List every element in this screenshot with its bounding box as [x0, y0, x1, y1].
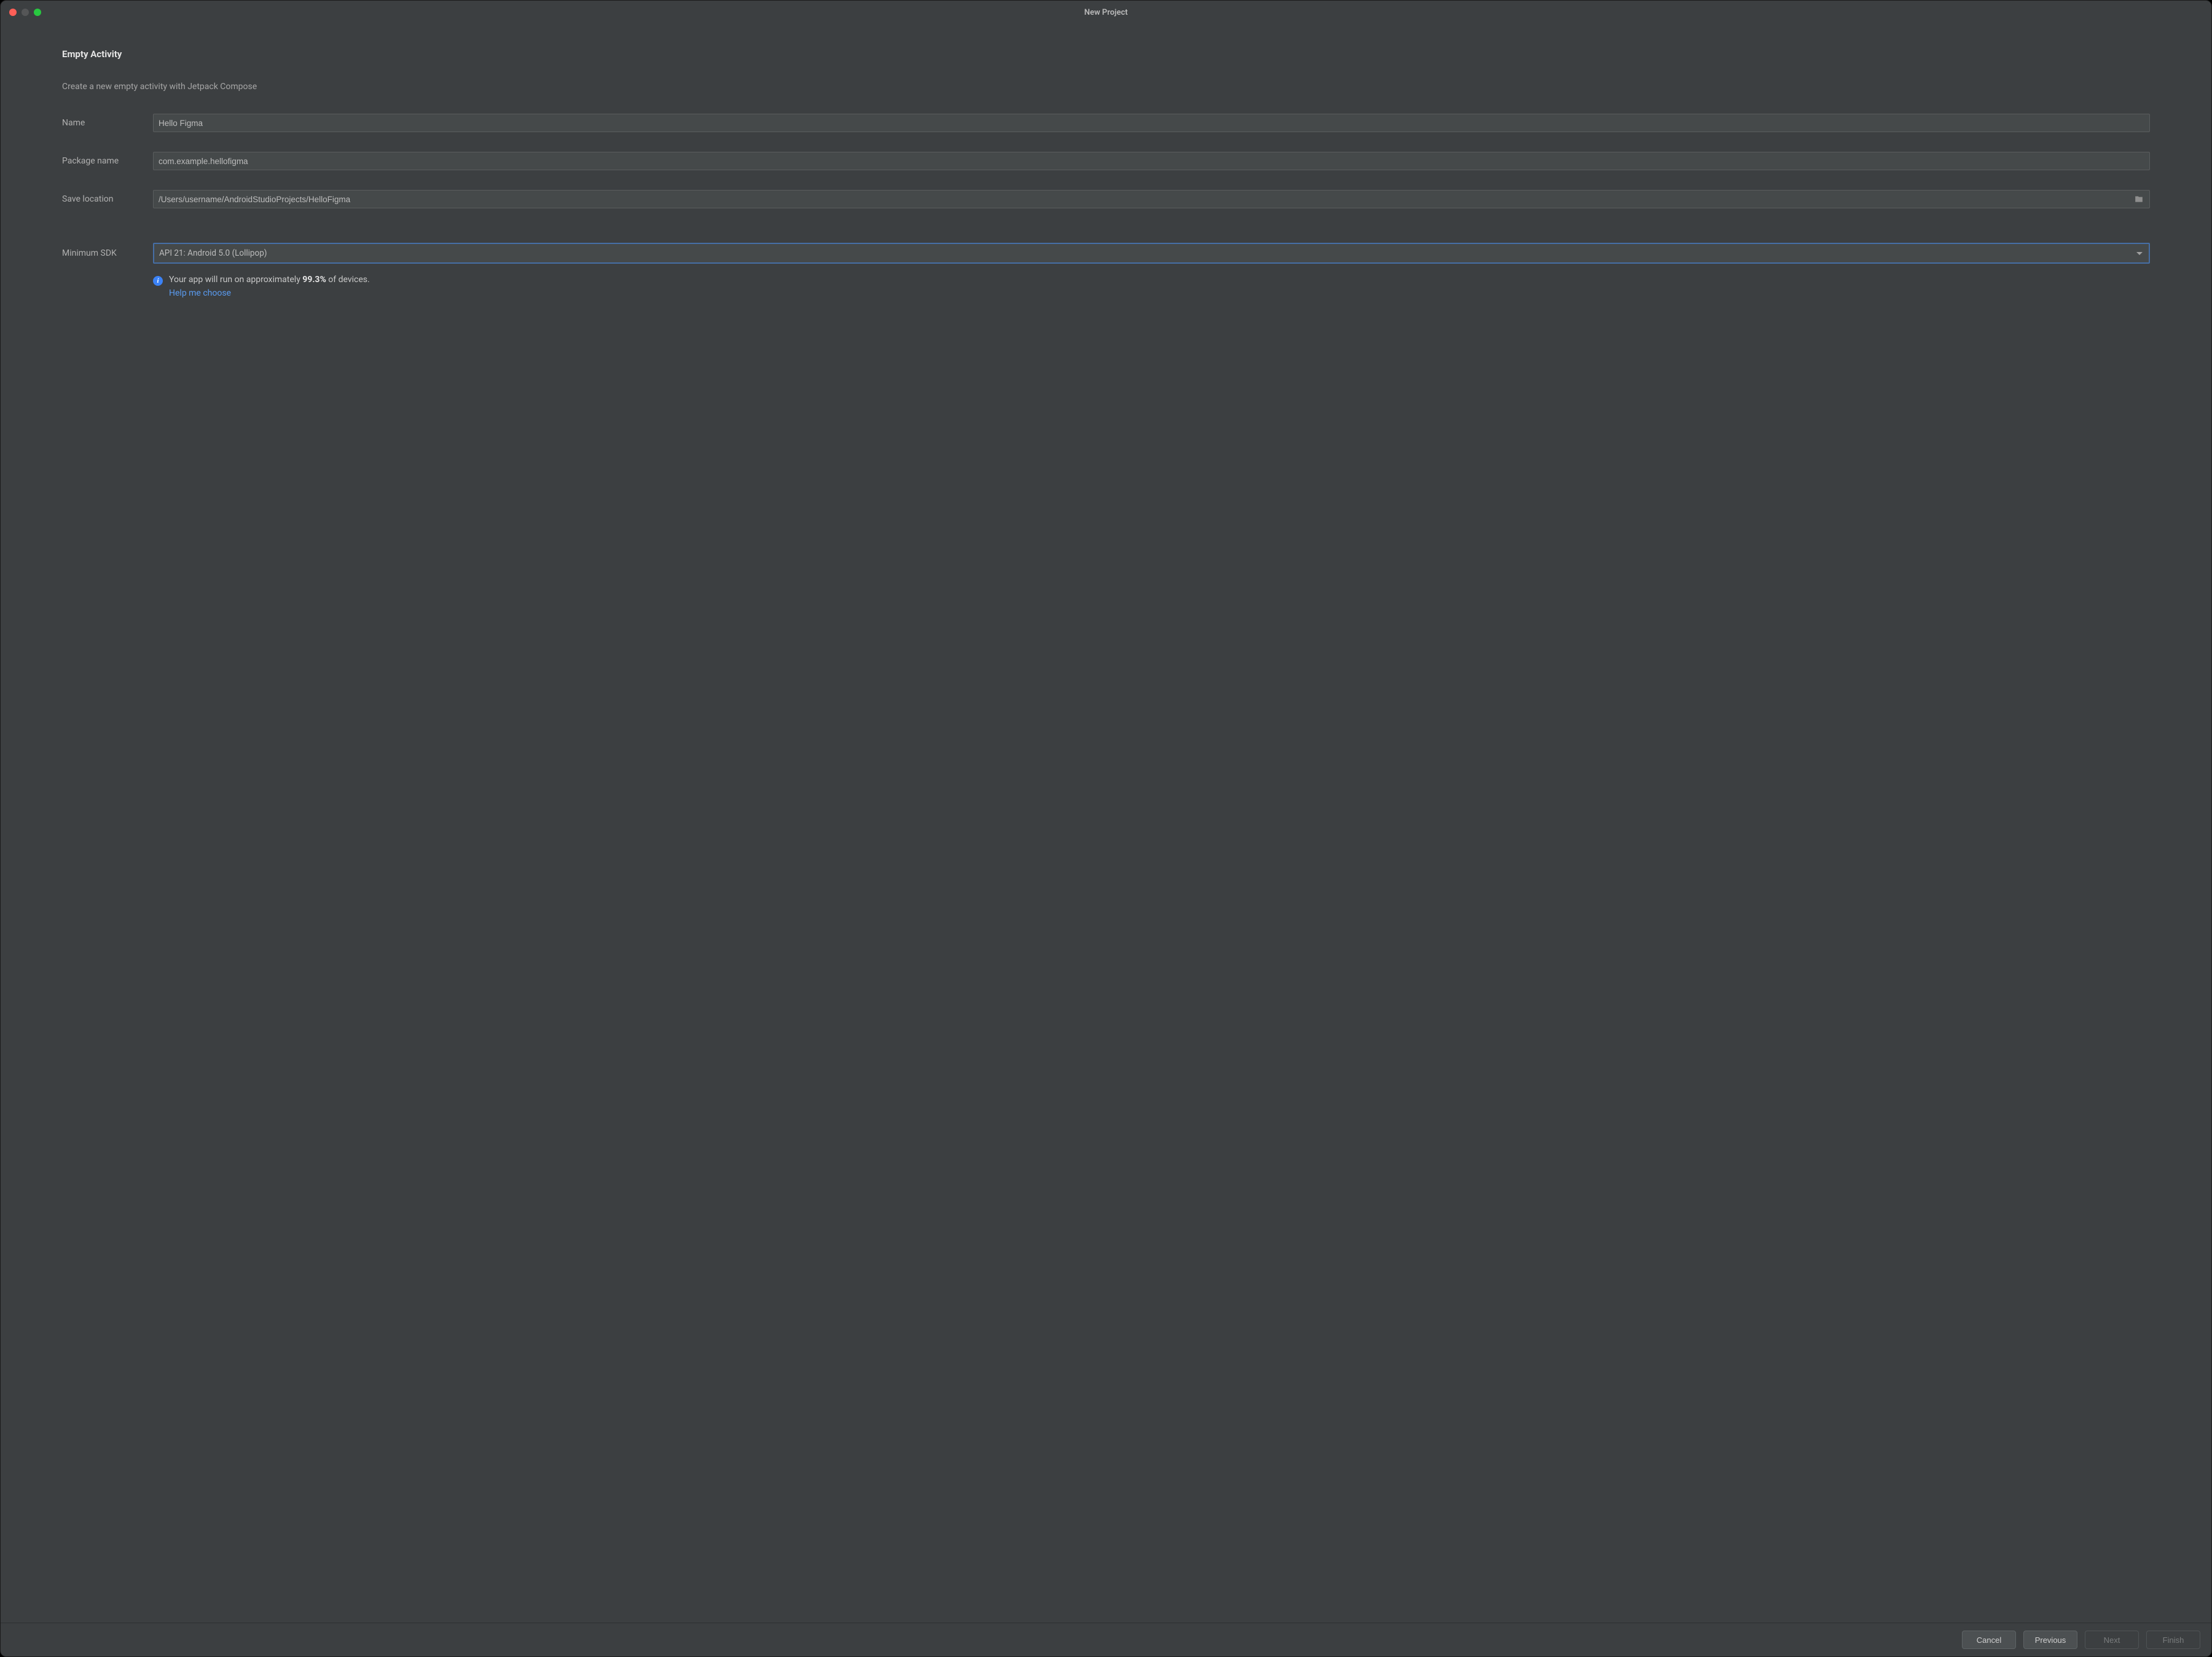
folder-browse-icon[interactable] — [2133, 195, 2144, 203]
sdk-info-text: Your app will run on approximately 99.3%… — [169, 275, 370, 285]
window-title: New Project — [1, 8, 2211, 17]
window-zoom-button[interactable] — [34, 9, 41, 16]
dialog-content: Empty Activity Create a new empty activi… — [1, 24, 2211, 1623]
info-icon: i — [153, 276, 163, 286]
row-save-location: Save location — [62, 190, 2150, 208]
row-package-name: Package name — [62, 152, 2150, 170]
cancel-button[interactable]: Cancel — [1962, 1631, 2016, 1649]
package-name-input[interactable] — [153, 152, 2150, 170]
minimum-sdk-value: API 21: Android 5.0 (Lollipop) — [159, 248, 267, 258]
titlebar: New Project — [1, 1, 2211, 24]
sdk-info: i Your app will run on approximately 99.… — [153, 275, 2150, 298]
help-me-choose-link[interactable]: Help me choose — [169, 288, 231, 298]
label-name: Name — [62, 118, 153, 128]
page-heading: Empty Activity — [62, 49, 2150, 60]
label-save-location: Save location — [62, 194, 153, 204]
window-close-button[interactable] — [9, 9, 17, 16]
dialog-footer: Cancel Previous Next Finish — [1, 1623, 2211, 1656]
finish-button: Finish — [2146, 1631, 2200, 1649]
label-minimum-sdk: Minimum SDK — [62, 248, 153, 258]
chevron-down-icon — [2136, 252, 2143, 255]
previous-button[interactable]: Previous — [2023, 1631, 2077, 1649]
name-input[interactable] — [153, 114, 2150, 132]
save-location-input-wrapper — [153, 190, 2150, 208]
minimum-sdk-select[interactable]: API 21: Android 5.0 (Lollipop) — [153, 243, 2150, 264]
save-location-input[interactable] — [154, 191, 2133, 208]
new-project-dialog: New Project Empty Activity Create a new … — [0, 0, 2212, 1657]
next-button: Next — [2085, 1631, 2139, 1649]
page-description: Create a new empty activity with Jetpack… — [62, 82, 2150, 92]
label-package-name: Package name — [62, 156, 153, 166]
row-name: Name — [62, 114, 2150, 132]
traffic-lights — [1, 9, 41, 16]
window-minimize-button[interactable] — [22, 9, 29, 16]
row-minimum-sdk: Minimum SDK API 21: Android 5.0 (Lollipo… — [62, 243, 2150, 264]
